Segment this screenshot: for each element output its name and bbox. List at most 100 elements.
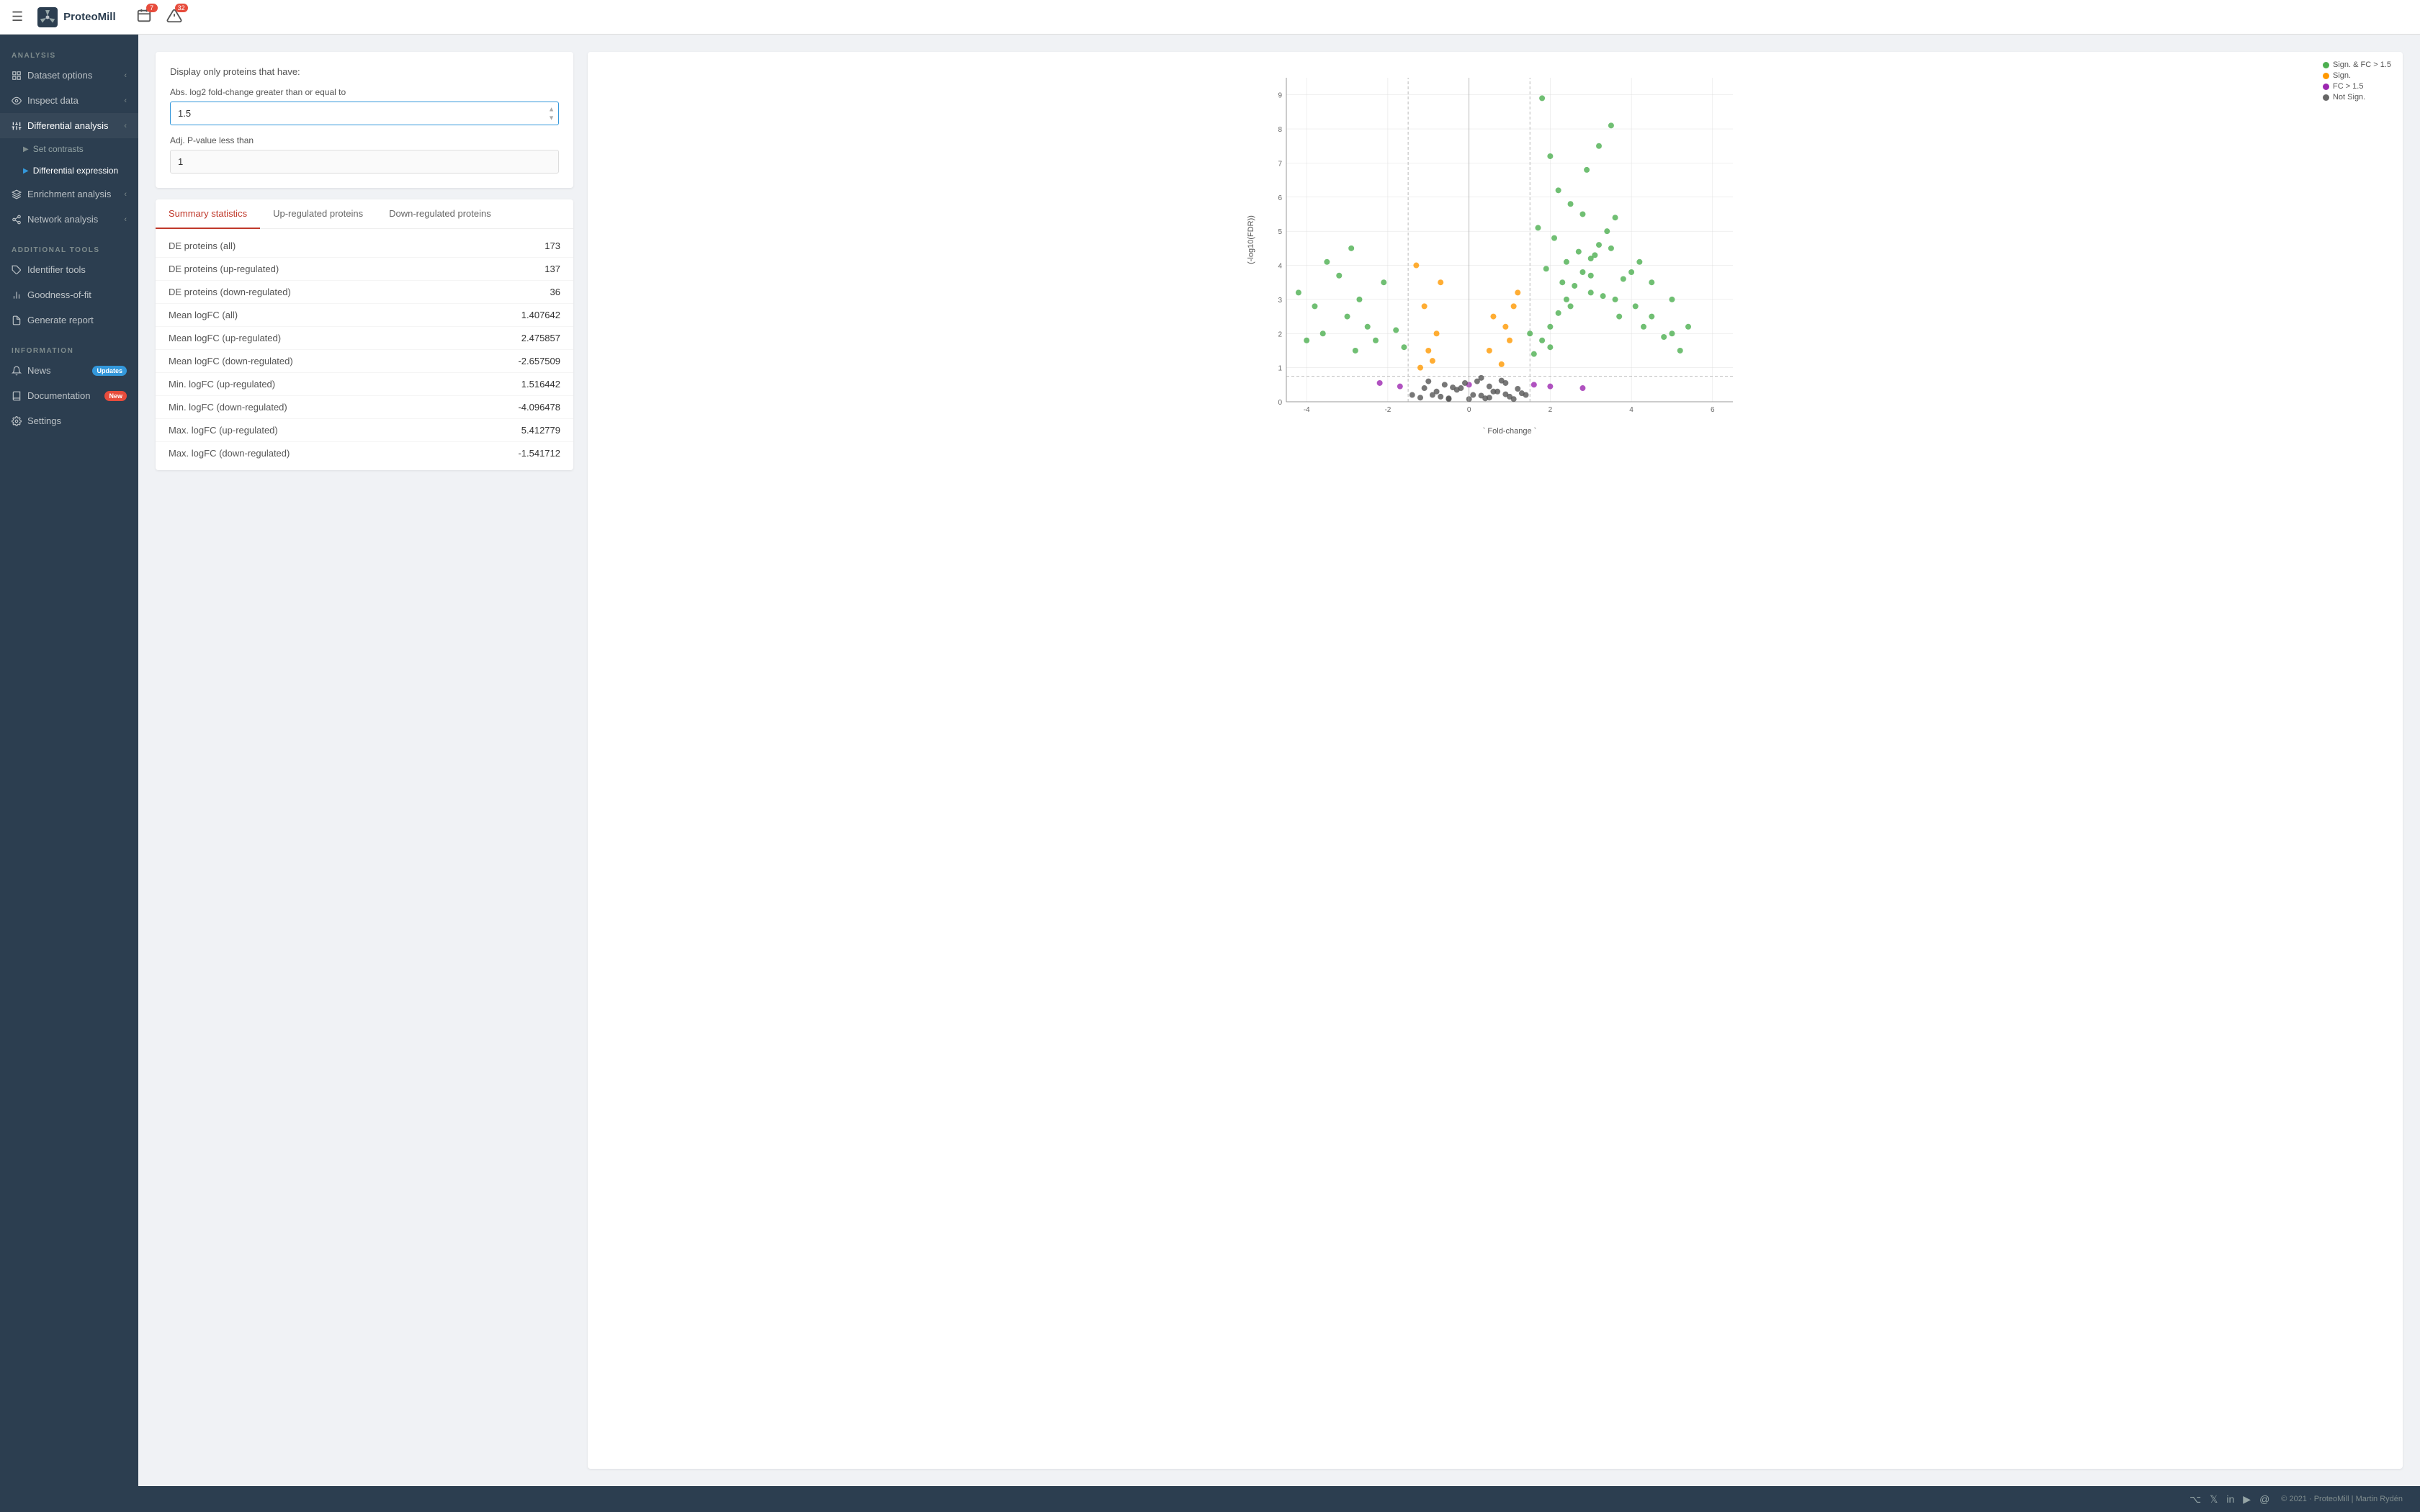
volcano-point[interactable] (1336, 273, 1342, 279)
volcano-point[interactable] (1579, 269, 1585, 275)
volcano-point[interactable] (1527, 330, 1533, 336)
volcano-point[interactable] (1568, 303, 1574, 309)
volcano-point[interactable] (1462, 380, 1468, 386)
volcano-point[interactable] (1296, 289, 1301, 295)
fc-input[interactable] (170, 102, 559, 125)
sidebar-sub-item-differential-expression[interactable]: ▶ Differential expression (0, 160, 138, 181)
volcano-point[interactable] (1576, 249, 1582, 255)
volcano-point[interactable] (1636, 259, 1642, 265)
tab-down-regulated[interactable]: Down-regulated proteins (376, 199, 504, 229)
sidebar-item-differential-analysis[interactable]: Differential analysis ‹ (0, 113, 138, 138)
volcano-point[interactable] (1397, 384, 1403, 390)
volcano-point[interactable] (1442, 382, 1448, 387)
fc-increment-btn[interactable]: ▲ (547, 105, 556, 113)
sidebar-sub-item-set-contrasts[interactable]: ▶ Set contrasts (0, 138, 138, 160)
volcano-point[interactable] (1608, 122, 1614, 128)
volcano-point[interactable] (1470, 392, 1476, 398)
volcano-point[interactable] (1613, 215, 1618, 220)
volcano-point[interactable] (1393, 328, 1399, 333)
volcano-point[interactable] (1430, 358, 1435, 364)
volcano-point[interactable] (1604, 228, 1610, 234)
volcano-point[interactable] (1425, 379, 1431, 384)
volcano-point[interactable] (1434, 330, 1440, 336)
volcano-point[interactable] (1579, 385, 1585, 391)
twitter-icon[interactable]: 𝕏 (2210, 1493, 2218, 1506)
sidebar-item-inspect-data[interactable]: Inspect data ‹ (0, 88, 138, 113)
volcano-point[interactable] (1543, 266, 1549, 271)
volcano-point[interactable] (1487, 384, 1492, 390)
volcano-point[interactable] (1438, 394, 1443, 400)
sidebar-item-dataset-options[interactable]: Dataset options ‹ (0, 63, 138, 88)
volcano-point[interactable] (1515, 386, 1520, 392)
volcano-point[interactable] (1438, 279, 1443, 285)
volcano-point[interactable] (1616, 314, 1622, 320)
volcano-point[interactable] (1551, 235, 1557, 241)
volcano-point[interactable] (1487, 348, 1492, 354)
volcano-point[interactable] (1320, 330, 1326, 336)
fc-decrement-btn[interactable]: ▼ (547, 114, 556, 122)
volcano-point[interactable] (1592, 252, 1597, 258)
volcano-point[interactable] (1600, 293, 1606, 299)
tab-summary-statistics[interactable]: Summary statistics (156, 199, 260, 229)
volcano-point[interactable] (1628, 269, 1634, 275)
volcano-point[interactable] (1608, 246, 1614, 251)
volcano-point[interactable] (1417, 365, 1423, 371)
volcano-point[interactable] (1487, 395, 1492, 400)
sidebar-item-goodness-of-fit[interactable]: Goodness-of-fit (0, 282, 138, 307)
volcano-point[interactable] (1515, 289, 1520, 295)
volcano-point[interactable] (1547, 153, 1553, 159)
volcano-point[interactable] (1649, 279, 1654, 285)
volcano-point[interactable] (1502, 324, 1508, 330)
volcano-point[interactable] (1417, 395, 1423, 400)
youtube-icon[interactable]: ▶ (2243, 1493, 2251, 1506)
volcano-point[interactable] (1353, 348, 1358, 354)
volcano-point[interactable] (1633, 303, 1639, 309)
volcano-point[interactable] (1564, 297, 1569, 302)
volcano-point[interactable] (1535, 225, 1541, 230)
alerts-button[interactable]: 32 (163, 5, 185, 29)
volcano-point[interactable] (1425, 348, 1431, 354)
volcano-point[interactable] (1531, 382, 1537, 387)
volcano-point[interactable] (1523, 392, 1529, 398)
volcano-point[interactable] (1621, 276, 1626, 282)
sidebar-item-settings[interactable]: Settings (0, 408, 138, 433)
volcano-point[interactable] (1365, 324, 1371, 330)
sidebar-item-documentation[interactable]: Documentation New (0, 383, 138, 408)
sidebar-item-network-analysis[interactable]: Network analysis ‹ (0, 207, 138, 232)
volcano-point[interactable] (1479, 375, 1484, 381)
linkedin-icon[interactable]: in (2226, 1493, 2234, 1505)
volcano-point[interactable] (1564, 259, 1569, 265)
volcano-point[interactable] (1669, 330, 1675, 336)
volcano-point[interactable] (1312, 303, 1317, 309)
volcano-point[interactable] (1345, 314, 1350, 320)
volcano-point[interactable] (1677, 348, 1683, 354)
volcano-point[interactable] (1559, 279, 1565, 285)
volcano-point[interactable] (1381, 279, 1386, 285)
sidebar-item-enrichment-analysis[interactable]: Enrichment analysis ‹ (0, 181, 138, 207)
volcano-point[interactable] (1413, 263, 1419, 269)
volcano-point[interactable] (1568, 201, 1574, 207)
notifications-button[interactable]: 7 (133, 5, 155, 29)
volcano-point[interactable] (1499, 361, 1505, 367)
volcano-point[interactable] (1539, 338, 1545, 343)
volcano-point[interactable] (1511, 303, 1517, 309)
sidebar-item-generate-report[interactable]: Generate report (0, 307, 138, 333)
volcano-point[interactable] (1596, 242, 1602, 248)
at-icon[interactable]: @ (2259, 1493, 2269, 1505)
volcano-point[interactable] (1556, 310, 1561, 316)
volcano-point[interactable] (1507, 338, 1512, 343)
volcano-point[interactable] (1410, 392, 1415, 398)
volcano-point[interactable] (1373, 338, 1379, 343)
tab-up-regulated[interactable]: Up-regulated proteins (260, 199, 376, 229)
volcano-point[interactable] (1430, 392, 1435, 398)
volcano-point[interactable] (1490, 389, 1496, 395)
github-icon[interactable]: ⌥ (2190, 1493, 2201, 1506)
volcano-point[interactable] (1649, 314, 1654, 320)
volcano-point[interactable] (1348, 246, 1354, 251)
volcano-point[interactable] (1661, 334, 1667, 340)
volcano-point[interactable] (1499, 378, 1505, 384)
hamburger-button[interactable]: ☰ (12, 9, 23, 24)
volcano-point[interactable] (1572, 283, 1577, 289)
volcano-point[interactable] (1584, 167, 1590, 173)
volcano-point[interactable] (1547, 384, 1553, 390)
